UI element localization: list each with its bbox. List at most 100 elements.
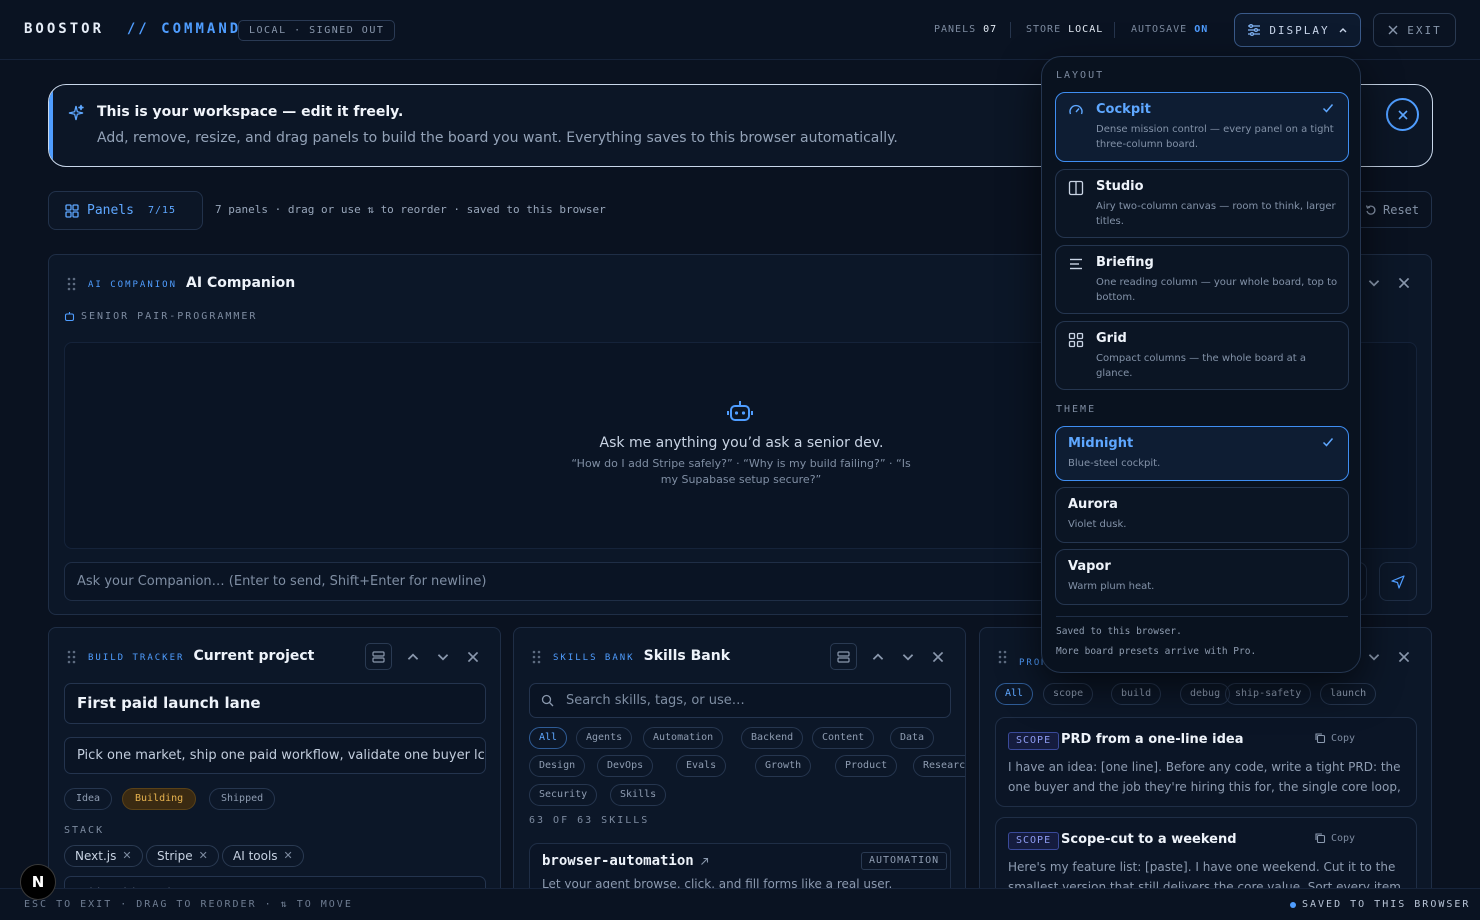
stack-tag: Stripe ✕ [146,845,219,867]
panels-info-text: 7 panels · drag or use ⇅ to reorder · sa… [215,203,606,216]
close-icon[interactable] [1396,275,1412,291]
persona-label: SENIOR PAIR-PROGRAMMER [81,311,258,322]
prompt-filter-chip[interactable]: launch [1320,683,1377,705]
copy-button[interactable]: Copy [1314,732,1355,744]
chevron-up-icon[interactable] [405,649,421,665]
pro-note: More board presets arrive with Pro. [1056,646,1257,657]
chevron-up-icon [1339,28,1347,33]
stack-label: STACK [64,825,105,836]
chevron-up-icon[interactable] [870,649,886,665]
theme-option-aurora[interactable]: Aurora Violet dusk. [1055,487,1349,543]
prompt-card[interactable]: SCOPE PRD from a one-line idea Copy I ha… [995,717,1417,807]
build-tracker-panel: BUILD TRACKER Current project First paid… [48,627,501,897]
panel-kicker: SKILLS BANK [553,653,635,663]
skill-filter-chip[interactable]: Backend [741,727,804,749]
layout-option-studio[interactable]: Studio Airy two-column canvas — room to … [1055,169,1349,238]
prompt-title: PRD from a one-line idea [1061,732,1244,747]
skill-filter-chip[interactable]: Skills [610,784,667,806]
search-icon [541,694,554,707]
store-stat: STORE LOCAL [1026,24,1104,35]
close-icon[interactable] [465,649,481,665]
banner-close-button[interactable] [1386,98,1419,131]
layout-option-grid[interactable]: Grid Compact columns — the whole board a… [1055,321,1349,390]
display-button[interactable]: DISPLAY [1234,13,1361,47]
reset-button[interactable]: Reset [1352,191,1432,228]
drag-handle-icon[interactable] [998,650,1007,664]
theme-option-midnight[interactable]: Midnight Blue-steel cockpit. [1055,426,1349,481]
stage-building[interactable]: Building [122,788,197,810]
chevron-down-icon[interactable] [1366,649,1382,665]
theme-option-vapor[interactable]: Vapor Warm plum heat. [1055,549,1349,605]
prompt-filter-chip[interactable]: build [1111,683,1162,705]
saved-note: Saved to this browser. [1056,626,1182,637]
stack-tag: Next.js ✕ [64,845,143,867]
project-name-input[interactable]: First paid launch lane [64,683,486,724]
skill-filter-chip[interactable]: Data [890,727,935,749]
skill-name: browser-automation [542,853,694,869]
layout-option-cockpit[interactable]: Cockpit Dense mission control — every pa… [1055,92,1349,162]
rows-icon [837,650,850,663]
panel-kicker: AI COMPANION [88,280,178,290]
reset-icon [1365,204,1376,215]
chevron-down-icon[interactable] [900,649,916,665]
remove-tag-icon[interactable]: ✕ [199,846,208,866]
layout-option-briefing[interactable]: Briefing One reading column — your whole… [1055,245,1349,314]
external-link-icon[interactable] [700,857,709,866]
drag-handle-icon[interactable] [532,650,541,664]
close-icon[interactable] [930,649,946,665]
skill-filter-chip[interactable]: Research [913,755,965,777]
remove-tag-icon[interactable]: ✕ [284,846,293,866]
drag-handle-icon[interactable] [67,277,76,291]
session-status-badge: LOCAL · SIGNED OUT [238,20,396,41]
close-icon [1397,109,1408,120]
skills-bank-panel: SKILLS BANK Skills Bank Search skills, t… [513,627,966,897]
drag-handle-icon[interactable] [67,650,76,664]
prompt-filter-chip[interactable]: ship-safety [1225,683,1312,705]
prompt-filter-chip[interactable]: debug [1180,683,1231,705]
skill-filter-chip[interactable]: DevOps [597,755,654,777]
nextjs-badge[interactable]: N [20,864,56,900]
close-icon[interactable] [1396,649,1412,665]
skills-search-input[interactable]: Search skills, tags, or use… [529,683,951,718]
skill-filter-chip[interactable]: Evals [676,755,727,777]
panel-title: Current project [193,648,315,664]
chevron-down-icon[interactable] [1366,275,1382,291]
copy-icon [1315,833,1326,844]
check-icon [1322,438,1334,447]
footer-bar: ESC TO EXIT · DRAG TO REORDER · ⇅ TO MOV… [0,888,1480,920]
skill-filter-chip[interactable]: Automation [643,727,724,749]
copy-button[interactable]: Copy [1314,832,1355,844]
chevron-down-icon[interactable] [435,649,451,665]
send-button[interactable] [1379,562,1417,601]
skill-filter-chip[interactable]: Security [529,784,598,806]
skill-filter-chip[interactable]: Growth [755,755,812,777]
prompt-category-badge: SCOPE [1008,732,1060,750]
prompt-filter-chip[interactable]: scope [1043,683,1094,705]
panels-stat: PANELS 07 [934,24,998,35]
project-description-input[interactable]: Pick one market, ship one paid workflow,… [64,737,486,774]
sparkles-icon [68,104,84,121]
exit-button[interactable]: EXIT [1373,13,1456,47]
stage-shipped[interactable]: Shipped [209,788,276,810]
empty-state-examples: “How do I add Stripe safely?” · “Why is … [571,457,911,486]
status-dot-icon [1290,901,1296,908]
sliders-icon [1248,23,1261,37]
skill-filter-chip[interactable]: All [529,727,568,749]
banner-subtitle: Add, remove, resize, and drag panels to … [97,130,898,146]
skill-filter-chip[interactable]: Content [812,727,875,749]
skill-filter-chip[interactable]: Design [529,755,586,777]
top-bar: BOOSTOR // COMMAND LOCAL · SIGNED OUT PA… [0,0,1480,60]
panels-button[interactable]: Panels 7/15 [48,191,203,230]
stage-idea[interactable]: Idea [64,788,113,810]
columns-icon [1068,180,1084,196]
remove-tag-icon[interactable]: ✕ [122,846,131,866]
size-toggle-button[interactable] [365,643,392,670]
size-toggle-button[interactable] [830,643,857,670]
prompt-body: I have an idea: [one line]. Before any c… [1008,760,1401,794]
skill-filter-chip[interactable]: Product [835,755,898,777]
prompt-card[interactable]: SCOPE Scope-cut to a weekend Copy Here's… [995,817,1417,896]
skill-filter-chip[interactable]: Agents [576,727,633,749]
brand-logo: BOOSTOR // COMMAND [24,21,242,37]
prompt-filter-chip[interactable]: All [995,683,1034,705]
panel-title: Skills Bank [643,648,731,664]
